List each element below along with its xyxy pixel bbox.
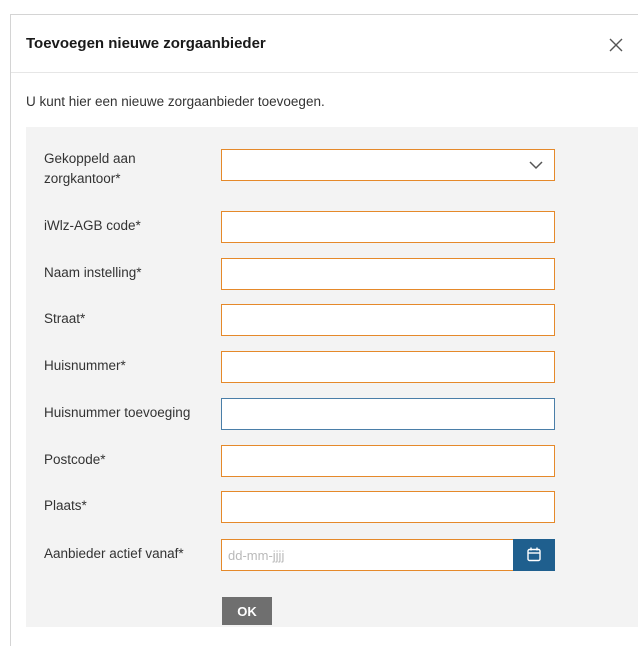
postcode-label: Postcode* (44, 452, 106, 467)
agb-label: iWlz-AGB code* (44, 218, 141, 233)
agb-code-input[interactable] (221, 211, 555, 243)
zorgkantoor-label: Gekoppeld aan zorgkantoor* (44, 151, 136, 186)
toevoeging-label: Huisnummer toevoeging (44, 405, 191, 420)
calendar-icon (527, 547, 541, 562)
ok-button[interactable]: OK (222, 597, 272, 625)
dialog-intro: U kunt hier een nieuwe zorgaanbieder toe… (26, 94, 325, 109)
naam-label: Naam instelling* (44, 265, 142, 280)
add-provider-dialog: Toevoegen nieuwe zorgaanbieder U kunt hi… (10, 14, 638, 646)
zorgkantoor-select[interactable] (221, 149, 555, 181)
provider-form: Gekoppeld aan zorgkantoor* iWlz-AGB code… (26, 127, 638, 627)
chevron-down-icon (529, 161, 543, 170)
dialog-header: Toevoegen nieuwe zorgaanbieder (11, 15, 638, 73)
close-button[interactable] (606, 35, 626, 55)
huisnummer-input[interactable] (221, 351, 555, 383)
plaats-input[interactable] (221, 491, 555, 523)
postcode-input[interactable] (221, 445, 555, 477)
close-icon (609, 38, 623, 52)
actief-vanaf-label: Aanbieder actief vanaf* (44, 546, 184, 561)
naam-instelling-input[interactable] (221, 258, 555, 290)
huisnummer-toevoeging-input[interactable] (221, 398, 555, 430)
calendar-button[interactable] (513, 539, 555, 571)
actief-vanaf-date-input[interactable] (221, 539, 513, 571)
straat-input[interactable] (221, 304, 555, 336)
plaats-label: Plaats* (44, 498, 87, 513)
straat-label: Straat* (44, 311, 86, 326)
huisnummer-label: Huisnummer* (44, 358, 126, 373)
dialog-title: Toevoegen nieuwe zorgaanbieder (26, 35, 266, 52)
